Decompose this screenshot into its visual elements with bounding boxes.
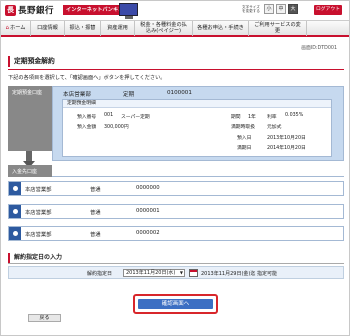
cancellation-date-label: 解約指定日 [87,271,113,277]
font-size-label: 文字サイズを変更する [242,5,260,13]
nav-account-info[interactable]: 口座情報 [31,21,65,36]
rate-value: 0.035% [285,113,304,118]
nav-service-change[interactable]: ご利用サービスの変更 [249,21,307,36]
radio-icon[interactable] [9,205,21,218]
bank-mark-icon: 長 [5,4,16,16]
detail-title: 定期預金明細 [63,100,331,108]
destination-number: 0000000 [136,185,160,191]
cancellation-date-row: 解約指定日 2013年11月20日(水) ▼ 2013年11月29日(金)迄 指定… [8,266,344,279]
nav-pay-easy[interactable]: 税金・各種料金の払込み(ペイジー) [135,21,193,36]
source-account-number: 0100001 [167,90,192,96]
maturity-treatment-label: 満期時取扱 [231,125,255,130]
bank-name: 長野銀行 [18,6,55,16]
destination-branch: 本店営業部 [25,232,52,238]
destination-account-option[interactable]: 本店営業部 普通 0000001 [8,204,344,219]
source-branch: 本店営業部 [63,92,91,98]
source-account-panel: 本店営業部 定期 0100001 定期預金明細 預入番号 001 スーパー定期 … [52,86,344,161]
rate-label: 利率 [267,115,277,120]
maturity-treatment-value: 元加式 [267,125,282,130]
radio-icon[interactable] [9,182,21,195]
title-divider [8,69,344,70]
destination-type: 普通 [90,232,101,238]
confirm-button-highlight: 確認画面へ [133,294,218,314]
instruction-text: 下記の各項目を選択して、「確認画面へ」ボタンを押してください。 [8,75,166,81]
deposit-date: 2013年10月20日 [267,136,306,141]
destination-number: 0000002 [136,230,160,236]
cancellation-date-select[interactable]: 2013年11月20日(水) ▼ [123,269,185,277]
monitor-icon [119,3,138,19]
bank-logo: 長 長野銀行 [5,4,54,16]
calendar-icon[interactable] [189,269,198,277]
deposit-product: スーパー定期 [121,115,150,120]
destination-divider [52,176,344,177]
home-icon: ⌂ [5,24,10,31]
font-large-button[interactable]: 大 [288,4,298,14]
nav-transfer[interactable]: 振込・振替 [65,21,101,36]
amount-value: 300,000円 [104,125,129,130]
nav-home-label: ホーム [10,24,26,31]
screen-frame: 長 長野銀行 インターネットバンキング 文字サイズを変更する 小 中 大 ログア… [0,0,350,336]
destination-type: 普通 [90,187,101,193]
maturity-date-label: 満期日 [237,146,252,151]
page-title: 定期預金解約 [8,56,344,67]
selected-date: 2013年11月20日(水) [126,270,176,276]
time-deposit-detail: 定期預金明細 預入番号 001 スーパー定期 期間 1年 利率 0.035% 預… [62,99,332,157]
destination-account-option[interactable]: 本店営業部 普通 0000000 [8,181,344,196]
destination-account-option[interactable]: 本店営業部 普通 0000002 [8,226,344,241]
nav-applications[interactable]: 各種お申込・手続き [193,21,249,36]
amount-label: 預入金額 [77,125,97,130]
deposit-number: 001 [104,113,114,118]
radio-icon[interactable] [9,227,21,240]
screen-id: 画面ID:DTD001 [301,46,337,51]
date-section-divider [8,263,344,264]
available-until-note: 2013年11月29日(金)迄 指定可能 [201,271,277,277]
font-medium-button[interactable]: 中 [276,4,286,14]
logout-button[interactable]: ログアウト [314,5,342,15]
chevron-down-icon: ▼ [179,270,183,275]
nav-home[interactable]: ⌂ ホーム [1,21,31,36]
top-header: 長 長野銀行 インターネットバンキング 文字サイズを変更する 小 中 大 ログア… [1,1,349,20]
source-account-type: 定期 [123,92,135,98]
nav-asset-management[interactable]: 資産運用 [101,21,135,36]
period-label: 期間 [231,115,241,120]
maturity-date: 2014年10月20日 [267,146,306,151]
font-size-controls: 文字サイズを変更する 小 中 大 [242,4,298,14]
back-button[interactable]: 戻る [28,314,61,322]
deposit-date-label: 預入日 [237,136,252,141]
destination-type: 普通 [90,210,101,216]
font-small-button[interactable]: 小 [264,4,274,14]
source-account-label: 定期預金口座 [8,86,52,151]
date-section-title: 解約指定日の入力 [8,253,344,263]
destination-branch: 本店営業部 [25,187,52,193]
period-value: 1年 [248,115,256,120]
main-navigation: ⌂ ホーム 口座情報 振込・振替 資産運用 税金・各種料金の払込み(ペイジー) 各… [1,20,349,37]
destination-branch: 本店営業部 [25,210,52,216]
destination-number: 0000001 [136,208,160,214]
deposit-number-label: 預入番号 [77,115,97,120]
destination-account-label: 入金先口座 [8,165,52,177]
confirm-button[interactable]: 確認画面へ [138,299,213,309]
